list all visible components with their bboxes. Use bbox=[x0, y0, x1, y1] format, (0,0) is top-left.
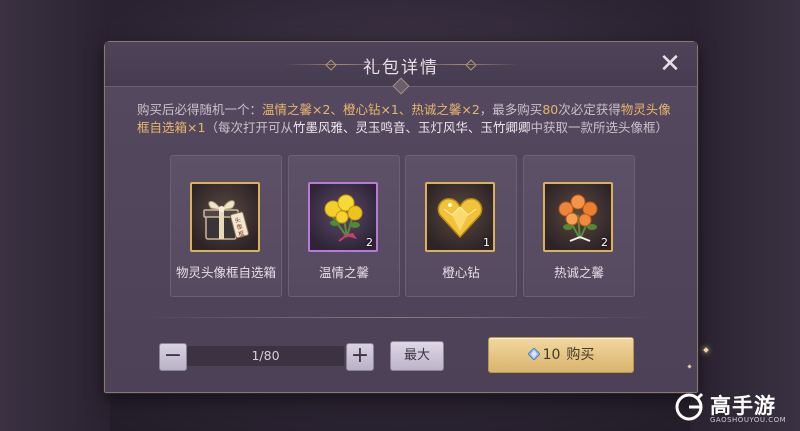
item-quantity: 2 bbox=[601, 236, 608, 249]
diamond-currency-icon bbox=[527, 348, 540, 360]
item-name: 温情之馨 bbox=[318, 265, 369, 280]
orange-rose-bouquet-icon bbox=[558, 194, 598, 242]
gift-box-icon: 头 像 框 bbox=[203, 200, 249, 240]
item-quantity: 2 bbox=[366, 236, 373, 249]
gift-pack-dialog: 礼包详情 ✕ 购买后必得随机一个：温情之馨×2、橙心钻×1、热诚之馨×2，最多购… bbox=[104, 41, 698, 393]
desc-text: 次必定获得 bbox=[558, 102, 621, 117]
item-icon-frame: 2 bbox=[308, 182, 378, 252]
heart-diamond-icon bbox=[437, 198, 483, 239]
gift-description: 购买后必得随机一个：温情之馨×2、橙心钻×1、热诚之馨×2，最多购买80次必定获… bbox=[137, 101, 673, 137]
item-quantity: 1 bbox=[483, 236, 490, 249]
max-button[interactable]: 最大 bbox=[390, 341, 444, 371]
item-card[interactable]: 1 橙心钻 bbox=[405, 155, 517, 297]
increase-button[interactable]: + bbox=[346, 343, 374, 371]
item-card[interactable]: 头 像 框 物灵头像框自选箱 bbox=[170, 155, 282, 297]
quantity-stepper: − 1/80 + bbox=[159, 343, 374, 371]
close-button[interactable]: ✕ bbox=[657, 51, 683, 78]
item-icon-frame: 2 bbox=[543, 182, 613, 252]
site-watermark: 高手游 GAOSHOUYOU.COM bbox=[666, 386, 798, 430]
desc-max-count: 80 bbox=[542, 102, 559, 117]
desc-text: 中获取一款所选头像框） bbox=[530, 120, 668, 135]
brand-logo-icon bbox=[675, 392, 704, 421]
decrease-button[interactable]: − bbox=[159, 343, 187, 371]
buy-price: 10 bbox=[542, 347, 561, 363]
title-decoration-right bbox=[405, 64, 520, 65]
buy-button[interactable]: 10 购买 bbox=[488, 337, 634, 373]
item-name: 物灵头像框自选箱 bbox=[175, 265, 276, 280]
item-name: 橙心钻 bbox=[442, 265, 480, 280]
item-card[interactable]: 2 温情之馨 bbox=[288, 155, 400, 297]
background-left bbox=[0, 0, 110, 431]
background-right bbox=[690, 0, 800, 431]
section-divider bbox=[137, 317, 663, 318]
item-name: 热诚之馨 bbox=[553, 265, 604, 280]
yellow-rose-bouquet-icon bbox=[324, 194, 363, 242]
buy-label: 购买 bbox=[566, 347, 595, 363]
watermark-url: GAOSHOUYOU.COM bbox=[710, 416, 787, 424]
desc-text: ，最多购买 bbox=[479, 102, 543, 117]
desc-text: （每次打开可从 bbox=[205, 120, 293, 135]
desc-guaranteed-items: 温情之馨×2、橙心钻×1、热诚之馨×2 bbox=[262, 102, 480, 117]
desc-frame-options: 竹墨风雅、灵玉鸣音、玉灯风华、玉竹卿卿 bbox=[292, 120, 531, 135]
dialog-title: 礼包详情 bbox=[363, 58, 439, 78]
desc-text: 购买后必得随机一个： bbox=[137, 102, 263, 117]
item-icon-frame: 头 像 框 bbox=[190, 182, 260, 252]
quantity-value[interactable]: 1/80 bbox=[187, 347, 344, 365]
item-icon-frame: 1 bbox=[425, 182, 495, 252]
item-card[interactable]: 2 热诚之馨 bbox=[523, 155, 635, 297]
